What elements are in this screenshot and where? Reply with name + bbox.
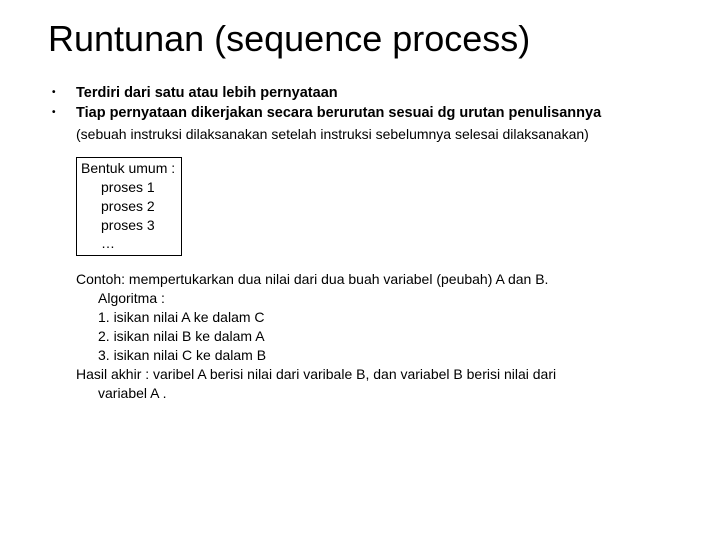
example-intro: Contoh: mempertukarkan dua nilai dari du…	[76, 270, 672, 289]
result-text-cont: variabel A .	[76, 384, 672, 403]
general-form-line: …	[81, 234, 175, 253]
general-form-line: proses 2	[81, 197, 175, 216]
general-form-header: Bentuk umum :	[81, 159, 175, 178]
algorithm-step: 2. isikan nilai B ke dalam A	[76, 327, 672, 346]
bullet-list: Terdiri dari satu atau lebih pernyataan …	[48, 84, 672, 123]
slide-container: Runtunan (sequence process) Terdiri dari…	[0, 0, 720, 540]
algorithm-step: 1. isikan nilai A ke dalam C	[76, 308, 672, 327]
example-block: Contoh: mempertukarkan dua nilai dari du…	[76, 270, 672, 402]
note-text: (sebuah instruksi dilaksanakan setelah i…	[48, 125, 672, 143]
general-form-line: proses 3	[81, 216, 175, 235]
result-text: Hasil akhir : varibel A berisi nilai dar…	[76, 365, 672, 384]
general-form-box: Bentuk umum : proses 1 proses 2 proses 3…	[76, 157, 182, 256]
bullet-item: Terdiri dari satu atau lebih pernyataan	[48, 84, 672, 103]
general-form-line: proses 1	[81, 178, 175, 197]
algorithm-step: 3. isikan nilai C ke dalam B	[76, 346, 672, 365]
algorithm-header: Algoritma :	[76, 289, 672, 308]
bullet-item: Tiap pernyataan dikerjakan secara beruru…	[48, 104, 672, 123]
slide-title: Runtunan (sequence process)	[48, 18, 672, 60]
